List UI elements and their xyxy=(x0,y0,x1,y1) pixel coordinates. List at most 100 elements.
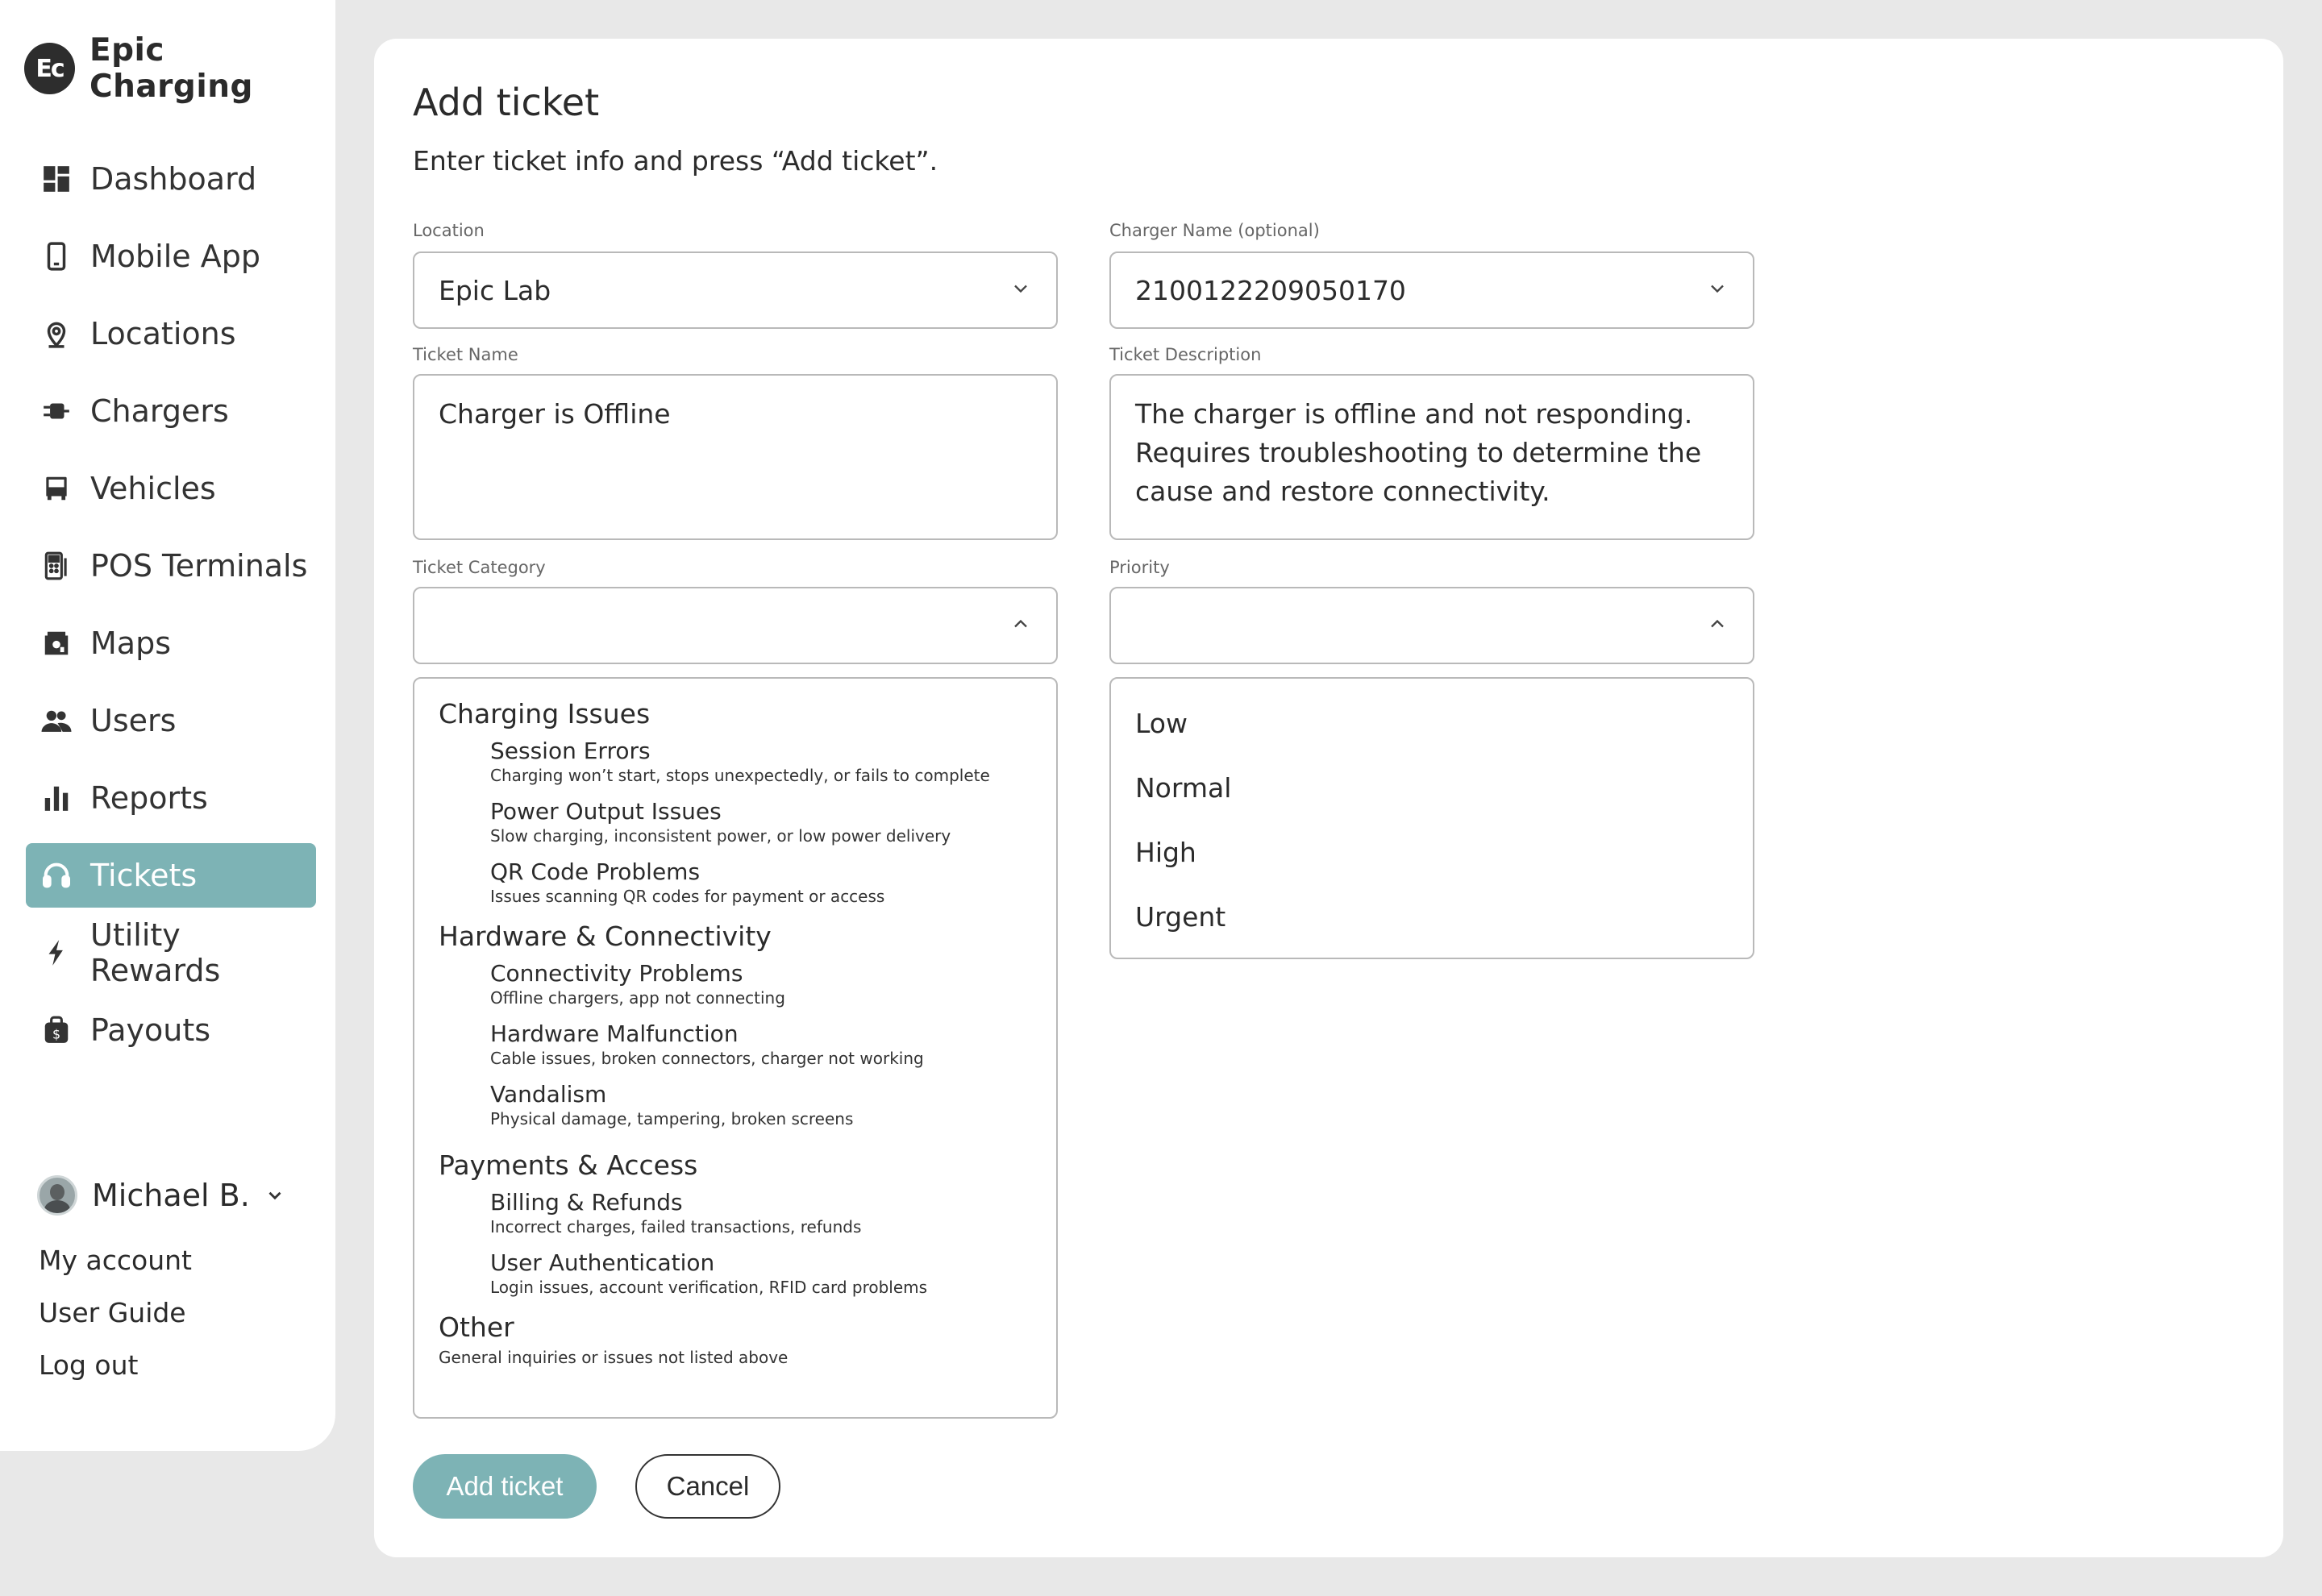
chevron-down-icon xyxy=(1706,275,1729,306)
sidebar-item-locations[interactable]: Locations xyxy=(26,301,316,366)
sidebar-item-tickets[interactable]: Tickets xyxy=(26,843,316,908)
location-value: Epic Lab xyxy=(439,274,551,306)
sidebar-item-label: Users xyxy=(90,703,177,738)
my-account-link[interactable]: My account xyxy=(39,1245,192,1276)
page-subtitle: Enter ticket info and press “Add ticket”… xyxy=(413,145,938,177)
option-name: Connectivity Problems xyxy=(490,960,743,987)
category-group: Hardware & Connectivity xyxy=(439,921,772,952)
sidebar-item-label: Payouts xyxy=(90,1012,211,1048)
option-description: Incorrect charges, failed transactions, … xyxy=(490,1217,862,1236)
priority-option-low[interactable]: Low xyxy=(1135,692,1753,756)
charger-value: 2100122209050170 xyxy=(1135,274,1406,306)
user-menu[interactable]: Michael B. xyxy=(37,1175,285,1216)
pos-terminal-icon xyxy=(40,550,73,582)
headset-icon xyxy=(40,859,73,892)
list-item[interactable]: Power Output Issues Slow charging, incon… xyxy=(490,798,1056,846)
sidebar-item-payouts[interactable]: $ Payouts xyxy=(26,998,316,1062)
sidebar-item-label: Reports xyxy=(90,780,208,816)
bar-chart-icon xyxy=(40,782,73,814)
sidebar-nav: Dashboard Mobile App Locations Chargers … xyxy=(26,147,316,1075)
option-name: Power Output Issues xyxy=(490,798,722,825)
ticket-category-label: Ticket Category xyxy=(413,558,546,577)
ticket-name-label: Ticket Name xyxy=(413,345,518,364)
page-title: Add ticket xyxy=(413,81,600,124)
priority-option-high[interactable]: High xyxy=(1135,821,1753,885)
option-description: Offline chargers, app not connecting xyxy=(490,988,785,1008)
option-name: Vandalism xyxy=(490,1081,607,1108)
sidebar-item-label: Vehicles xyxy=(90,471,216,506)
users-icon xyxy=(40,704,73,737)
user-links: My account User Guide Log out xyxy=(39,1245,192,1402)
chevron-down-icon xyxy=(1009,275,1032,306)
charger-label: Charger Name (optional) xyxy=(1109,221,1320,240)
sidebar-item-label: Mobile App xyxy=(90,239,260,274)
sidebar-item-label: Maps xyxy=(90,626,171,661)
sidebar-item-mobile-app[interactable]: Mobile App xyxy=(26,224,316,289)
sidebar-item-chargers[interactable]: Chargers xyxy=(26,379,316,443)
category-group: Charging Issues xyxy=(439,698,651,729)
dashboard-icon xyxy=(40,163,73,195)
option-description: Slow charging, inconsistent power, or lo… xyxy=(490,826,951,846)
priority-label: Priority xyxy=(1109,558,1170,577)
ticket-category-dropdown: Charging Issues Session Errors Charging … xyxy=(413,677,1058,1419)
sidebar-item-label: Chargers xyxy=(90,393,229,429)
ticket-description-label: Ticket Description xyxy=(1109,345,1262,364)
chevron-up-icon xyxy=(1009,610,1032,642)
option-name: Hardware Malfunction xyxy=(490,1020,739,1047)
list-item[interactable]: QR Code Problems Issues scanning QR code… xyxy=(490,858,1056,906)
sidebar: Ec Epic Charging Dashboard Mobile App Lo… xyxy=(0,0,335,1451)
chevron-down-icon xyxy=(264,1178,285,1213)
sidebar-item-utility-rewards[interactable]: Utility Rewards xyxy=(26,917,316,988)
bus-icon xyxy=(40,472,73,505)
add-ticket-card: Add ticket Enter ticket info and press “… xyxy=(374,39,2283,1557)
charger-plug-icon xyxy=(40,395,73,427)
sidebar-item-reports[interactable]: Reports xyxy=(26,766,316,830)
priority-option-urgent[interactable]: Urgent xyxy=(1135,885,1753,950)
category-group: Payments & Access xyxy=(439,1149,698,1181)
list-item[interactable]: Connectivity Problems Offline chargers, … xyxy=(490,960,1056,1008)
sidebar-item-label: Dashboard xyxy=(90,161,257,197)
option-name: QR Code Problems xyxy=(490,858,701,885)
list-item[interactable]: Other General inquiries or issues not li… xyxy=(414,1311,1056,1367)
option-name: User Authentication xyxy=(490,1249,715,1276)
option-description: Cable issues, broken connectors, charger… xyxy=(490,1049,924,1068)
priority-dropdown: Low Normal High Urgent xyxy=(1109,677,1754,959)
svg-text:$: $ xyxy=(52,1026,60,1041)
option-name: Billing & Refunds xyxy=(490,1189,683,1216)
priority-select[interactable] xyxy=(1109,587,1754,664)
cancel-button[interactable]: Cancel xyxy=(635,1454,780,1519)
list-item[interactable]: User Authentication Login issues, accoun… xyxy=(490,1249,1056,1297)
bolt-icon xyxy=(40,937,73,969)
charger-select[interactable]: 2100122209050170 xyxy=(1109,251,1754,329)
log-out-link[interactable]: Log out xyxy=(39,1349,192,1381)
ticket-description-input[interactable]: The charger is offline and not respondin… xyxy=(1109,374,1754,540)
sidebar-item-pos-terminals[interactable]: POS Terminals xyxy=(26,534,316,598)
option-name: Session Errors xyxy=(490,738,651,764)
user-guide-link[interactable]: User Guide xyxy=(39,1297,192,1328)
sidebar-item-users[interactable]: Users xyxy=(26,688,316,753)
priority-option-normal[interactable]: Normal xyxy=(1135,756,1753,821)
list-item[interactable]: Billing & Refunds Incorrect charges, fai… xyxy=(490,1189,1056,1236)
ticket-name-input[interactable]: Charger is Offline xyxy=(413,374,1058,540)
option-description: General inquiries or issues not listed a… xyxy=(439,1348,789,1367)
sidebar-item-dashboard[interactable]: Dashboard xyxy=(26,147,316,211)
list-item[interactable]: Vandalism Physical damage, tampering, br… xyxy=(490,1081,1056,1128)
map-icon xyxy=(40,627,73,659)
ticket-category-select[interactable] xyxy=(413,587,1058,664)
brand-logo: Ec xyxy=(24,43,75,94)
list-item[interactable]: Hardware Malfunction Cable issues, broke… xyxy=(490,1020,1056,1068)
sidebar-item-label: Locations xyxy=(90,316,236,351)
location-select[interactable]: Epic Lab xyxy=(413,251,1058,329)
add-ticket-button[interactable]: Add ticket xyxy=(413,1454,597,1519)
sidebar-item-label: Tickets xyxy=(90,858,198,893)
list-item[interactable]: Session Errors Charging won’t start, sto… xyxy=(490,738,1056,785)
sidebar-item-maps[interactable]: Maps xyxy=(26,611,316,675)
category-group: Other xyxy=(439,1311,514,1343)
option-description: Login issues, account verification, RFID… xyxy=(490,1278,928,1297)
brand[interactable]: Ec Epic Charging xyxy=(24,32,335,105)
user-name: Michael B. xyxy=(92,1178,250,1213)
location-label: Location xyxy=(413,221,485,240)
sidebar-item-vehicles[interactable]: Vehicles xyxy=(26,456,316,521)
mobile-icon xyxy=(40,240,73,272)
brand-name: Epic Charging xyxy=(89,32,253,105)
